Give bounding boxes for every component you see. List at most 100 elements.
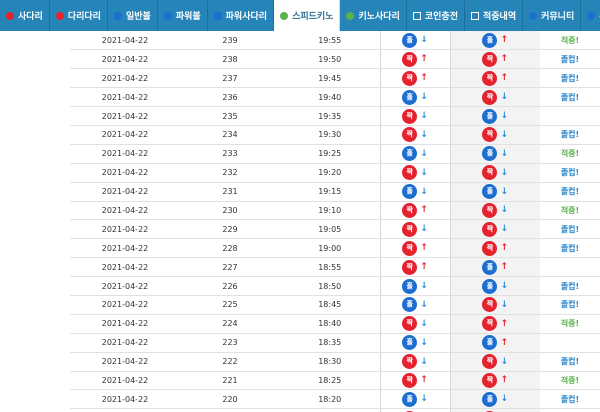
- circle-red-icon: [6, 11, 14, 20]
- round-cell: 220: [180, 389, 280, 410]
- nav-tab-label: 사다리: [18, 12, 43, 22]
- table-row: 2021-04-22 237 19:45 짝 ↑ 짝 ↑ 졸컵!: [70, 68, 600, 89]
- result-ball: 홀: [482, 259, 498, 275]
- pick-cell: 홀 ↓: [379, 87, 450, 108]
- pick-ball: 홀: [402, 278, 418, 294]
- date-cell: 2021-04-22: [70, 201, 180, 221]
- top-navigation: 사다리 다리다리 일반볼 파워볼 파워사다리 스피드키노 키노사다리 코인충전 적중내역 커뮤니티…: [0, 0, 600, 31]
- date-cell: 2021-04-22: [70, 144, 180, 164]
- arrow-down-icon: ↓: [420, 318, 428, 329]
- pick-ball: 짝: [402, 240, 418, 256]
- nav-tab-6[interactable]: 키노사다리: [340, 0, 407, 31]
- result-ball: 짝: [482, 354, 498, 370]
- round-cell: 221: [180, 371, 280, 391]
- table-row: 2021-04-22 220 18:20 홀 ↓ 홀 ↓ 졸컵!: [70, 389, 600, 410]
- nav-tab-label: 일반볼: [125, 12, 151, 22]
- nav-tab-1[interactable]: 다리다리: [50, 0, 108, 31]
- result-ball: 홀: [482, 335, 498, 351]
- pick-ball: 짝: [402, 221, 418, 237]
- arrow-down-icon: ↓: [500, 167, 509, 178]
- nav-tab-label: 스피드키노: [292, 12, 334, 22]
- status-badge: 적중!: [560, 205, 580, 215]
- pick-cell: 홀 ↓: [379, 295, 450, 315]
- nav-tab-4[interactable]: 파워사다리: [208, 0, 275, 31]
- status-cell: 졸컵!: [540, 219, 600, 240]
- coin-icon: [412, 11, 421, 20]
- result-ball: 짝: [482, 316, 498, 332]
- checklist-icon: [471, 11, 479, 20]
- result-cell: 홀 ↓: [449, 389, 540, 410]
- table-row: 2021-04-22 226 18:50 홀 ↓ 홀 ↓ 졸컵!: [70, 276, 600, 296]
- time-cell: 19:50: [280, 49, 380, 70]
- table-row: 2021-04-22 231 19:15 홀 ↓ 홀 ↓ 졸컵!: [70, 182, 600, 202]
- round-cell: 234: [180, 125, 280, 145]
- time-cell: 19:40: [280, 87, 380, 108]
- result-cell: 짝↓: [449, 163, 540, 183]
- results-table: 2021-04-22 239 19:55 홀 ↓ 홀 ↑ 적중! 2021-04-22 238 19…: [70, 31, 600, 412]
- result-cell: 짝↓: [449, 125, 540, 145]
- arrow-down-icon: ↓: [420, 224, 428, 235]
- pick-ball: 짝: [402, 108, 418, 124]
- pick-cell: 홀 ↓: [379, 31, 450, 51]
- table-row: 2021-04-22 223 18:35 홀 ↓ 홀 ↑: [70, 333, 600, 353]
- nav-tab-3[interactable]: 파워볼: [158, 0, 208, 31]
- arrow-down-icon: ↓: [420, 186, 428, 197]
- pick-cell: 홀 ↓: [379, 276, 450, 296]
- nav-tab-9[interactable]: 커뮤니티: [523, 0, 582, 31]
- time-cell: 18:20: [280, 389, 380, 410]
- pick-cell: 짝↓: [379, 125, 450, 145]
- status-badge: 적중!: [560, 35, 580, 45]
- arrow-down-icon: ↓: [500, 224, 509, 235]
- circle-blue-icon: [213, 11, 222, 20]
- nav-tab-label: 커뮤니티: [541, 12, 575, 22]
- table-row: 2021-04-22 225 18:45 홀 ↓ 짝 ↓ 졸컵!: [70, 295, 600, 315]
- status-badge: 졸컵!: [560, 300, 580, 310]
- pick-ball: 홀: [402, 391, 418, 407]
- circle-blue-icon: [529, 11, 538, 20]
- status-cell: 졸컵!: [540, 68, 600, 89]
- circle-green-icon: [280, 11, 289, 20]
- nav-tab-10[interactable]: 홍보: [581, 0, 600, 31]
- arrow-down-icon: ↓: [500, 394, 509, 405]
- pick-cell: 짝 ↑: [379, 238, 450, 259]
- time-cell: 18:30: [280, 352, 380, 372]
- pick-cell: 짝↓: [379, 219, 450, 240]
- pick-ball: 짝: [402, 127, 418, 143]
- nav-tab-2[interactable]: 일반볼: [108, 0, 158, 31]
- round-cell: 231: [180, 182, 280, 202]
- pick-cell: 짝 ↑: [379, 201, 450, 221]
- arrow-down-icon: ↓: [420, 148, 428, 159]
- arrow-up-icon: ↑: [500, 262, 509, 273]
- time-cell: 19:45: [280, 68, 380, 89]
- nav-tab-8[interactable]: 적중내역: [465, 0, 524, 31]
- time-cell: 19:05: [280, 219, 380, 240]
- nav-tab-label: 코인충전: [424, 12, 458, 22]
- status-badge: 적중!: [560, 375, 580, 385]
- table-row: 2021-04-22 236 19:40 홀 ↓ 짝 ↓ 졸컵!: [70, 87, 600, 108]
- arrow-up-icon: ↑: [500, 243, 509, 254]
- arrow-down-icon: ↓: [500, 205, 509, 216]
- nav-tab-0[interactable]: 사다리: [0, 0, 50, 31]
- result-cell: 짝 ↑: [449, 49, 540, 70]
- date-cell: 2021-04-22: [70, 125, 180, 145]
- date-cell: 2021-04-22: [70, 276, 180, 296]
- result-ball: 짝: [482, 202, 498, 218]
- table-row: 2021-04-22 230 19:10 짝 ↑ 짝 ↓ 적중!: [70, 201, 600, 221]
- status-cell: 졸컵!: [540, 182, 600, 202]
- result-cell: 짝↓: [449, 219, 540, 240]
- status-badge: 적중!: [560, 319, 580, 329]
- round-cell: 232: [180, 163, 280, 183]
- status-badge: 졸컵!: [560, 187, 580, 197]
- round-cell: 233: [180, 144, 280, 164]
- nav-tab-label: 파워사다리: [225, 12, 268, 22]
- nav-tab-label: 다리다리: [67, 12, 101, 22]
- time-cell: 19:35: [280, 106, 380, 126]
- pick-ball: 짝: [402, 354, 418, 370]
- result-ball: 짝: [482, 372, 498, 388]
- pick-cell: 짝↓: [379, 352, 450, 372]
- pick-cell: 짝 ↑: [379, 49, 450, 70]
- pick-cell: 짝↓: [379, 163, 450, 183]
- nav-tab-7[interactable]: 코인충전: [407, 0, 465, 31]
- pick-cell: 홀 ↓: [379, 144, 450, 164]
- nav-tab-5[interactable]: 스피드키노: [274, 0, 341, 31]
